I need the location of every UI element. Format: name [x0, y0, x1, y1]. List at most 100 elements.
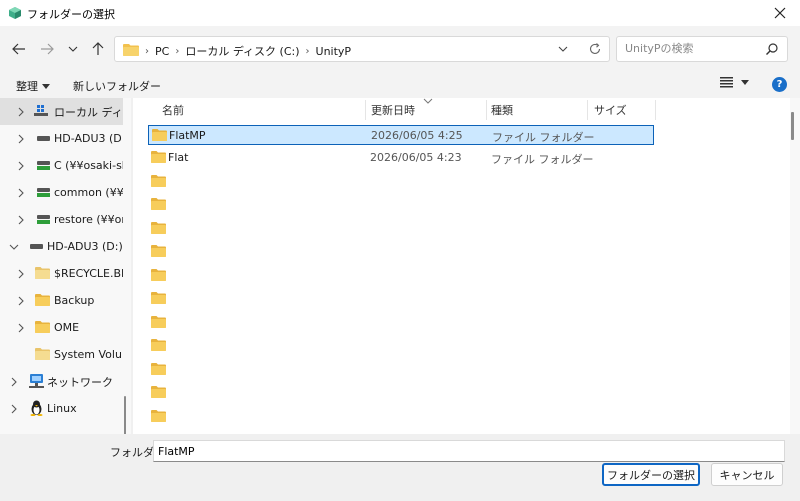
caret-down-icon [42, 83, 50, 89]
chevron-right-icon[interactable] [15, 161, 27, 171]
tree-label: $RECYCLE.BIN [54, 267, 123, 280]
column-divider[interactable] [365, 100, 366, 120]
drive-icon [37, 136, 50, 141]
folder-icon [151, 198, 166, 210]
forward-button[interactable] [36, 38, 58, 60]
chevron-right-icon[interactable] [15, 269, 27, 279]
chevron-right-icon[interactable]: › [145, 46, 149, 57]
breadcrumb-local-disk[interactable]: ローカル ディスク (C:) [185, 43, 299, 59]
column-header-type[interactable]: 種類 [491, 98, 513, 122]
select-folder-button[interactable]: フォルダーの選択 [602, 463, 700, 486]
address-bar[interactable]: › PC › ローカル ディスク (C:) › UnityP [114, 36, 610, 62]
chevron-right-icon[interactable]: › [306, 46, 310, 57]
table-row[interactable] [148, 242, 654, 262]
address-history-chevron-icon[interactable] [557, 42, 569, 56]
title-bar: フォルダーの選択 [0, 0, 800, 26]
change-view-button[interactable] [720, 77, 749, 88]
network-drive-icon [37, 188, 50, 197]
table-row[interactable] [148, 336, 654, 356]
tree-label: common (¥¥or [54, 186, 123, 199]
folder-icon [35, 348, 50, 360]
navigation-scrollbar[interactable] [124, 396, 126, 434]
folder-icon [35, 294, 50, 306]
tree-item-network-c[interactable]: C (¥¥osaki-sho [0, 152, 123, 179]
column-header-name[interactable]: 名前 [162, 98, 184, 122]
chevron-right-icon[interactable] [8, 377, 20, 387]
folder-icon [151, 363, 166, 375]
file-modified: 2026/06/05 4:23 [370, 151, 462, 164]
refresh-icon[interactable] [587, 41, 603, 57]
file-name: Flat [168, 151, 189, 164]
organize-button[interactable]: 整理 [16, 78, 50, 94]
file-name: FlatMP [169, 129, 206, 142]
table-row[interactable] [148, 219, 654, 239]
tree-item-ome[interactable]: OME [0, 314, 123, 341]
table-row[interactable] [148, 289, 654, 309]
table-row[interactable] [148, 195, 654, 215]
chevron-right-icon[interactable]: › [175, 46, 179, 57]
network-icon [29, 374, 44, 388]
tree-item-linux[interactable]: Linux [0, 395, 123, 422]
network-drive-icon [37, 215, 50, 224]
tree-item-network-restore[interactable]: restore (¥¥ona [0, 206, 123, 233]
cancel-button[interactable]: キャンセル [711, 463, 783, 486]
recent-locations-button[interactable] [62, 38, 84, 60]
tree-item-recycle-bin[interactable]: $RECYCLE.BIN [0, 260, 123, 287]
table-row[interactable] [148, 266, 654, 286]
folder-picker-dialog: フォルダーの選択 › PC › ローカル ディスク (C:) › UnityP … [0, 0, 800, 501]
arrow-up-icon [92, 42, 104, 55]
table-row[interactable] [148, 313, 654, 333]
table-row[interactable] [148, 383, 654, 403]
column-divider[interactable] [587, 100, 588, 120]
column-header-modified[interactable]: 更新日時 [371, 98, 415, 122]
file-type: ファイル フォルダー [492, 131, 595, 144]
chevron-right-icon[interactable] [15, 296, 27, 306]
sort-descending-icon [423, 98, 433, 104]
table-row[interactable] [148, 407, 654, 427]
chevron-down-icon[interactable] [8, 244, 20, 250]
table-row[interactable] [148, 360, 654, 380]
tree-item-local-disk[interactable]: ローカル ディスク [0, 98, 123, 125]
dialog-footer: フォルダー: フォルダーの選択 キャンセル [0, 434, 800, 501]
new-folder-label: 新しいフォルダー [73, 80, 161, 93]
help-icon[interactable]: ? [772, 77, 787, 92]
close-button[interactable] [760, 0, 800, 26]
search-icon[interactable] [765, 42, 779, 56]
linux-icon [30, 400, 43, 416]
new-folder-button[interactable]: 新しいフォルダー [73, 78, 161, 94]
chevron-right-icon[interactable] [15, 215, 27, 225]
chevron-right-icon[interactable] [8, 404, 20, 414]
back-button[interactable] [8, 38, 30, 60]
column-divider[interactable] [655, 100, 656, 120]
tree-item-system-volume[interactable]: System Volume [0, 341, 123, 368]
tree-label: C (¥¥osaki-sho [54, 159, 123, 172]
folder-icon [151, 269, 166, 281]
column-divider[interactable] [486, 100, 487, 120]
table-row[interactable]: Flat 2026/06/05 4:23 ファイル フォルダー [148, 148, 654, 168]
table-row[interactable] [148, 172, 654, 192]
folder-icon [151, 245, 166, 257]
tree-item-network-common[interactable]: common (¥¥or [0, 179, 123, 206]
chevron-right-icon[interactable] [15, 188, 27, 198]
breadcrumb-unityp[interactable]: UnityP [316, 45, 352, 58]
file-list-scrollbar-track[interactable] [790, 98, 800, 434]
table-row[interactable]: FlatMP 2026/06/05 4:25 ファイル フォルダー [148, 125, 654, 145]
tree-item-backup[interactable]: Backup [0, 287, 123, 314]
tree-item-network[interactable]: ネットワーク [0, 368, 123, 395]
chevron-right-icon[interactable] [15, 134, 27, 144]
folder-name-input[interactable] [153, 440, 785, 462]
tree-item-hd-adu3[interactable]: HD-ADU3 (D:) [0, 125, 123, 152]
tree-item-hd-adu3-expanded[interactable]: HD-ADU3 (D:) [0, 233, 123, 260]
up-button[interactable] [87, 38, 109, 60]
tree-label: restore (¥¥ona [54, 213, 123, 226]
chevron-right-icon[interactable] [15, 107, 27, 117]
search-input[interactable] [625, 42, 755, 55]
file-list: 名前 更新日時 種類 サイズ FlatMP 2026/06/05 4:25 ファ… [133, 98, 790, 434]
column-header-size[interactable]: サイズ [594, 98, 627, 122]
breadcrumb-pc[interactable]: PC [155, 45, 169, 58]
file-list-scrollbar[interactable] [791, 112, 794, 140]
search-box[interactable] [616, 36, 788, 62]
chevron-right-icon[interactable] [15, 323, 27, 333]
caret-down-icon [741, 80, 749, 85]
tree-label: System Volume [54, 348, 123, 361]
